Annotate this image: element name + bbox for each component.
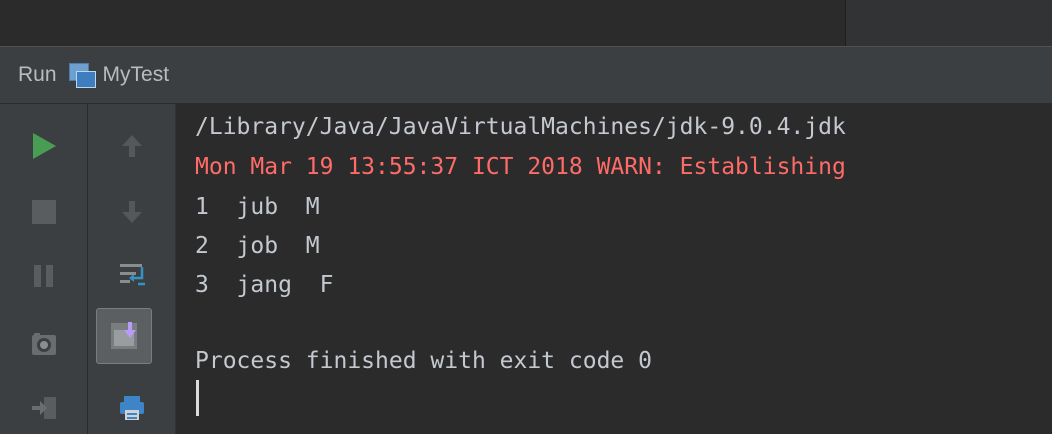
camera-icon <box>32 333 56 355</box>
text-caret <box>196 380 199 416</box>
run-tool-window-header: Run MyTest <box>0 46 1052 104</box>
run-configuration-icon <box>68 63 96 88</box>
editor-area-edge <box>0 0 1052 46</box>
console-line: 1 jub M <box>195 194 320 220</box>
console-line: /Library/Java/JavaVirtualMachines/jdk-9.… <box>195 114 846 140</box>
run-tool-window-title[interactable]: Run <box>18 63 57 87</box>
console-line: 2 job M <box>195 233 320 259</box>
exit-button[interactable] <box>22 386 66 430</box>
arrow-up-icon <box>122 135 142 157</box>
editor-gutter-pane <box>846 0 1052 46</box>
console-line-warning: Mon Mar 19 13:55:37 ICT 2018 WARN: Estab… <box>195 154 846 180</box>
pause-icon <box>34 265 53 287</box>
rerun-button[interactable] <box>22 124 66 168</box>
soft-wrap-button[interactable] <box>110 252 154 296</box>
rerun-icon <box>33 133 56 159</box>
run-toolbar-secondary <box>88 104 176 434</box>
scroll-to-end-icon <box>111 322 137 349</box>
dump-threads-button[interactable] <box>22 322 66 366</box>
pause-button[interactable] <box>22 254 66 298</box>
console-line: 3 jang F <box>195 272 334 298</box>
console-line-exit-status: Process finished with exit code 0 <box>195 348 652 374</box>
console-output[interactable]: /Library/Java/JavaVirtualMachines/jdk-9.… <box>176 104 1052 434</box>
run-toolbar-primary <box>0 104 88 434</box>
stop-button[interactable] <box>22 190 66 234</box>
print-icon <box>120 396 144 420</box>
arrow-down-icon <box>122 201 142 223</box>
run-configuration-tab[interactable]: MyTest <box>103 63 170 87</box>
exit-icon <box>32 397 56 419</box>
stop-icon <box>32 200 56 224</box>
scroll-to-end-button[interactable] <box>96 308 152 364</box>
previous-occurrence-button[interactable] <box>110 124 154 168</box>
print-button[interactable] <box>110 386 154 430</box>
editor-pane <box>0 0 846 46</box>
next-occurrence-button[interactable] <box>110 190 154 234</box>
soft-wrap-icon <box>120 264 145 286</box>
